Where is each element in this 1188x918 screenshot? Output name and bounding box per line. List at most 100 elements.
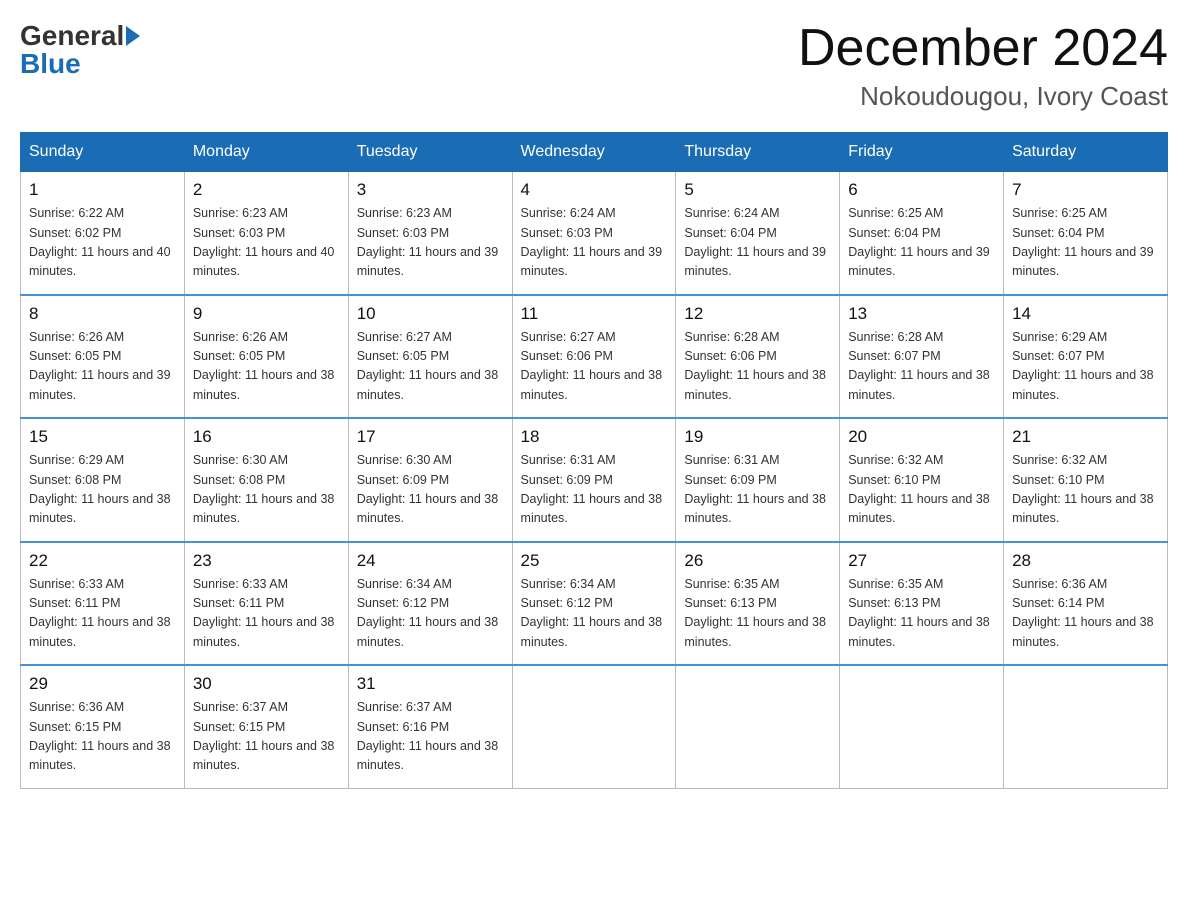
day-number: 28 bbox=[1012, 551, 1159, 571]
day-number: 4 bbox=[521, 180, 668, 200]
calendar-cell: 11 Sunrise: 6:27 AM Sunset: 6:06 PM Dayl… bbox=[512, 295, 676, 419]
calendar-table: SundayMondayTuesdayWednesdayThursdayFrid… bbox=[20, 132, 1168, 789]
day-number: 19 bbox=[684, 427, 831, 447]
calendar-cell: 16 Sunrise: 6:30 AM Sunset: 6:08 PM Dayl… bbox=[184, 418, 348, 542]
day-header-wednesday: Wednesday bbox=[512, 133, 676, 172]
day-number: 14 bbox=[1012, 304, 1159, 324]
day-number: 29 bbox=[29, 674, 176, 694]
day-header-sunday: Sunday bbox=[21, 133, 185, 172]
day-number: 26 bbox=[684, 551, 831, 571]
day-number: 25 bbox=[521, 551, 668, 571]
calendar-cell: 27 Sunrise: 6:35 AM Sunset: 6:13 PM Dayl… bbox=[840, 542, 1004, 666]
logo-blue-text: Blue bbox=[20, 48, 81, 80]
day-number: 7 bbox=[1012, 180, 1159, 200]
day-info: Sunrise: 6:30 AM Sunset: 6:08 PM Dayligh… bbox=[193, 451, 340, 529]
day-info: Sunrise: 6:24 AM Sunset: 6:04 PM Dayligh… bbox=[684, 204, 831, 282]
day-number: 15 bbox=[29, 427, 176, 447]
calendar-cell: 26 Sunrise: 6:35 AM Sunset: 6:13 PM Dayl… bbox=[676, 542, 840, 666]
calendar-header-row: SundayMondayTuesdayWednesdayThursdayFrid… bbox=[21, 133, 1168, 172]
day-number: 22 bbox=[29, 551, 176, 571]
calendar-cell: 21 Sunrise: 6:32 AM Sunset: 6:10 PM Dayl… bbox=[1004, 418, 1168, 542]
day-info: Sunrise: 6:22 AM Sunset: 6:02 PM Dayligh… bbox=[29, 204, 176, 282]
calendar-cell: 8 Sunrise: 6:26 AM Sunset: 6:05 PM Dayli… bbox=[21, 295, 185, 419]
day-info: Sunrise: 6:29 AM Sunset: 6:07 PM Dayligh… bbox=[1012, 328, 1159, 406]
day-number: 30 bbox=[193, 674, 340, 694]
day-header-tuesday: Tuesday bbox=[348, 133, 512, 172]
day-number: 8 bbox=[29, 304, 176, 324]
calendar-cell: 13 Sunrise: 6:28 AM Sunset: 6:07 PM Dayl… bbox=[840, 295, 1004, 419]
day-number: 3 bbox=[357, 180, 504, 200]
calendar-week-row: 8 Sunrise: 6:26 AM Sunset: 6:05 PM Dayli… bbox=[21, 295, 1168, 419]
calendar-week-row: 29 Sunrise: 6:36 AM Sunset: 6:15 PM Dayl… bbox=[21, 665, 1168, 788]
day-info: Sunrise: 6:33 AM Sunset: 6:11 PM Dayligh… bbox=[29, 575, 176, 653]
day-header-saturday: Saturday bbox=[1004, 133, 1168, 172]
day-number: 9 bbox=[193, 304, 340, 324]
day-info: Sunrise: 6:28 AM Sunset: 6:07 PM Dayligh… bbox=[848, 328, 995, 406]
calendar-cell: 15 Sunrise: 6:29 AM Sunset: 6:08 PM Dayl… bbox=[21, 418, 185, 542]
calendar-week-row: 22 Sunrise: 6:33 AM Sunset: 6:11 PM Dayl… bbox=[21, 542, 1168, 666]
day-info: Sunrise: 6:37 AM Sunset: 6:15 PM Dayligh… bbox=[193, 698, 340, 776]
calendar-cell bbox=[1004, 665, 1168, 788]
calendar-cell: 3 Sunrise: 6:23 AM Sunset: 6:03 PM Dayli… bbox=[348, 172, 512, 295]
day-header-monday: Monday bbox=[184, 133, 348, 172]
day-info: Sunrise: 6:26 AM Sunset: 6:05 PM Dayligh… bbox=[29, 328, 176, 406]
day-info: Sunrise: 6:36 AM Sunset: 6:15 PM Dayligh… bbox=[29, 698, 176, 776]
day-info: Sunrise: 6:28 AM Sunset: 6:06 PM Dayligh… bbox=[684, 328, 831, 406]
logo: General Blue bbox=[20, 20, 140, 80]
calendar-cell bbox=[512, 665, 676, 788]
day-number: 21 bbox=[1012, 427, 1159, 447]
day-number: 2 bbox=[193, 180, 340, 200]
day-info: Sunrise: 6:25 AM Sunset: 6:04 PM Dayligh… bbox=[848, 204, 995, 282]
day-info: Sunrise: 6:27 AM Sunset: 6:06 PM Dayligh… bbox=[521, 328, 668, 406]
day-number: 11 bbox=[521, 304, 668, 324]
day-info: Sunrise: 6:35 AM Sunset: 6:13 PM Dayligh… bbox=[848, 575, 995, 653]
day-number: 16 bbox=[193, 427, 340, 447]
day-number: 5 bbox=[684, 180, 831, 200]
calendar-cell: 10 Sunrise: 6:27 AM Sunset: 6:05 PM Dayl… bbox=[348, 295, 512, 419]
day-number: 24 bbox=[357, 551, 504, 571]
calendar-cell: 18 Sunrise: 6:31 AM Sunset: 6:09 PM Dayl… bbox=[512, 418, 676, 542]
calendar-cell: 9 Sunrise: 6:26 AM Sunset: 6:05 PM Dayli… bbox=[184, 295, 348, 419]
day-info: Sunrise: 6:37 AM Sunset: 6:16 PM Dayligh… bbox=[357, 698, 504, 776]
calendar-cell: 28 Sunrise: 6:36 AM Sunset: 6:14 PM Dayl… bbox=[1004, 542, 1168, 666]
calendar-cell: 23 Sunrise: 6:33 AM Sunset: 6:11 PM Dayl… bbox=[184, 542, 348, 666]
calendar-cell: 30 Sunrise: 6:37 AM Sunset: 6:15 PM Dayl… bbox=[184, 665, 348, 788]
day-info: Sunrise: 6:29 AM Sunset: 6:08 PM Dayligh… bbox=[29, 451, 176, 529]
day-number: 6 bbox=[848, 180, 995, 200]
calendar-cell: 17 Sunrise: 6:30 AM Sunset: 6:09 PM Dayl… bbox=[348, 418, 512, 542]
title-section: December 2024 Nokoudougou, Ivory Coast bbox=[798, 20, 1168, 112]
day-info: Sunrise: 6:33 AM Sunset: 6:11 PM Dayligh… bbox=[193, 575, 340, 653]
day-number: 1 bbox=[29, 180, 176, 200]
day-number: 12 bbox=[684, 304, 831, 324]
calendar-cell: 29 Sunrise: 6:36 AM Sunset: 6:15 PM Dayl… bbox=[21, 665, 185, 788]
logo-flag-icon bbox=[126, 26, 140, 46]
day-info: Sunrise: 6:23 AM Sunset: 6:03 PM Dayligh… bbox=[193, 204, 340, 282]
calendar-cell: 22 Sunrise: 6:33 AM Sunset: 6:11 PM Dayl… bbox=[21, 542, 185, 666]
day-number: 20 bbox=[848, 427, 995, 447]
day-info: Sunrise: 6:35 AM Sunset: 6:13 PM Dayligh… bbox=[684, 575, 831, 653]
day-info: Sunrise: 6:31 AM Sunset: 6:09 PM Dayligh… bbox=[521, 451, 668, 529]
day-header-friday: Friday bbox=[840, 133, 1004, 172]
calendar-cell: 6 Sunrise: 6:25 AM Sunset: 6:04 PM Dayli… bbox=[840, 172, 1004, 295]
day-number: 27 bbox=[848, 551, 995, 571]
day-info: Sunrise: 6:32 AM Sunset: 6:10 PM Dayligh… bbox=[848, 451, 995, 529]
calendar-cell: 31 Sunrise: 6:37 AM Sunset: 6:16 PM Dayl… bbox=[348, 665, 512, 788]
calendar-cell: 7 Sunrise: 6:25 AM Sunset: 6:04 PM Dayli… bbox=[1004, 172, 1168, 295]
calendar-cell: 19 Sunrise: 6:31 AM Sunset: 6:09 PM Dayl… bbox=[676, 418, 840, 542]
calendar-cell: 24 Sunrise: 6:34 AM Sunset: 6:12 PM Dayl… bbox=[348, 542, 512, 666]
day-number: 17 bbox=[357, 427, 504, 447]
calendar-cell: 14 Sunrise: 6:29 AM Sunset: 6:07 PM Dayl… bbox=[1004, 295, 1168, 419]
calendar-cell: 2 Sunrise: 6:23 AM Sunset: 6:03 PM Dayli… bbox=[184, 172, 348, 295]
page-header: General Blue December 2024 Nokoudougou, … bbox=[20, 20, 1168, 112]
calendar-cell: 12 Sunrise: 6:28 AM Sunset: 6:06 PM Dayl… bbox=[676, 295, 840, 419]
calendar-cell: 4 Sunrise: 6:24 AM Sunset: 6:03 PM Dayli… bbox=[512, 172, 676, 295]
day-number: 13 bbox=[848, 304, 995, 324]
calendar-cell bbox=[676, 665, 840, 788]
day-info: Sunrise: 6:34 AM Sunset: 6:12 PM Dayligh… bbox=[357, 575, 504, 653]
day-info: Sunrise: 6:25 AM Sunset: 6:04 PM Dayligh… bbox=[1012, 204, 1159, 282]
day-info: Sunrise: 6:23 AM Sunset: 6:03 PM Dayligh… bbox=[357, 204, 504, 282]
location-title: Nokoudougou, Ivory Coast bbox=[798, 81, 1168, 112]
day-number: 31 bbox=[357, 674, 504, 694]
day-number: 23 bbox=[193, 551, 340, 571]
calendar-week-row: 15 Sunrise: 6:29 AM Sunset: 6:08 PM Dayl… bbox=[21, 418, 1168, 542]
